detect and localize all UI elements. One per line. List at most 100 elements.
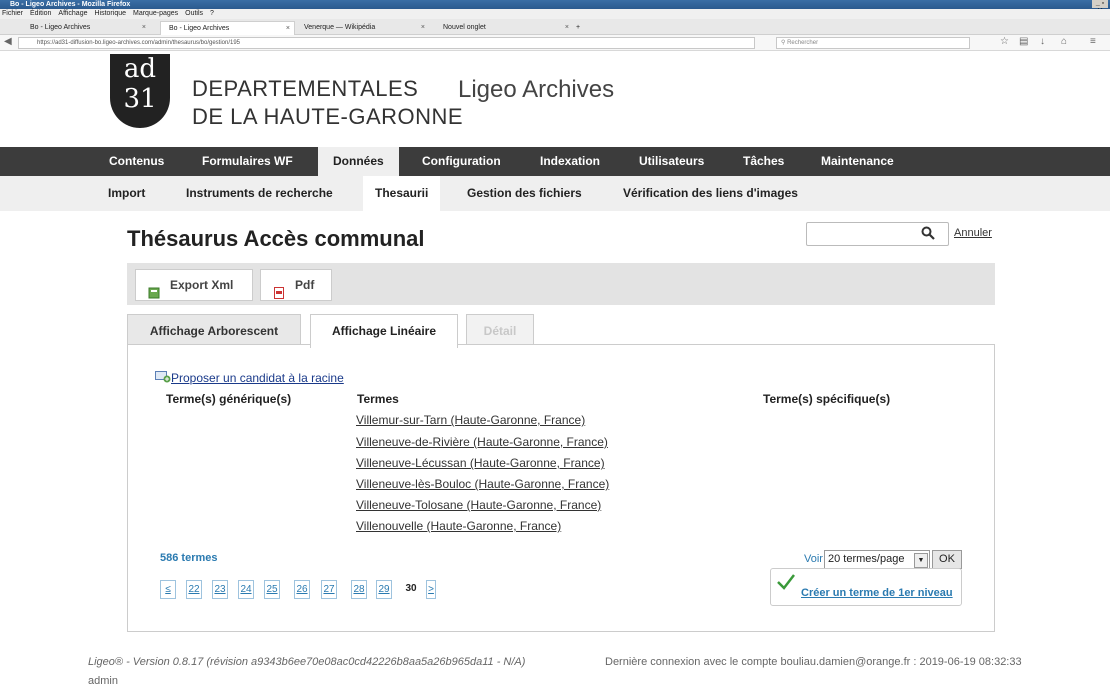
propose-root-candidate-link[interactable]: Proposer un candidat à la racine <box>155 371 344 385</box>
column-header-specific: Terme(s) spécifique(s) <box>763 392 891 406</box>
browser-navbar: ◀ https://ad31-diffusion-bo.ligeo-archiv… <box>0 35 1110 51</box>
browser-tabbar: Bo - Ligeo Archives × Bo - Ligeo Archives… <box>0 19 1110 35</box>
action-toolbar: Export Xml Pdf <box>127 263 995 305</box>
url-text: https://ad31-diffusion-bo.ligeo-archives… <box>37 40 241 46</box>
nav-taches[interactable]: Tâches <box>728 147 799 176</box>
pdf-button[interactable]: Pdf <box>260 269 332 301</box>
back-arrow-icon[interactable]: ◀ <box>4 36 12 47</box>
subnav-verification-liens[interactable]: Vérification des liens d'images <box>611 176 810 211</box>
window-controls[interactable]: _ ▫ ✕ <box>1092 0 1108 15</box>
propose-icon <box>155 371 171 385</box>
bookmark-star-icon[interactable]: ☆ <box>1000 36 1009 47</box>
tab-label: Bo - Ligeo Archives <box>30 24 91 31</box>
pagination-current-page: 30 <box>405 583 417 594</box>
menu-help[interactable]: ? <box>210 10 214 17</box>
footer-last-login: Dernière connexion avec le compte boulia… <box>605 656 1022 668</box>
app-name: Ligeo Archives <box>458 76 615 103</box>
nav-utilisateurs[interactable]: Utilisateurs <box>624 147 719 176</box>
menu-affichage[interactable]: Affichage <box>58 10 87 17</box>
pagination-page[interactable]: 29 <box>376 580 392 599</box>
library-icon[interactable]: ▤ <box>1019 36 1028 47</box>
download-icon[interactable]: ↓ <box>1040 36 1045 47</box>
search-icon[interactable] <box>921 226 935 243</box>
menu-fichier[interactable]: Fichier <box>2 10 23 17</box>
term-link[interactable]: Villeneuve-de-Rivière (Haute-Garonne, Fr… <box>356 435 608 449</box>
voir-label: Voir <box>804 553 823 565</box>
term-link[interactable]: Villeneuve-Lécussan (Haute-Garonne, Fran… <box>356 456 605 470</box>
dept-title-line1: DEPARTEMENTALES <box>192 76 419 101</box>
menu-historique[interactable]: Historique <box>94 10 126 17</box>
subnav-gestion-fichiers[interactable]: Gestion des fichiers <box>455 176 594 211</box>
pagination-page[interactable]: 24 <box>238 580 254 599</box>
dept-title-line2: DE LA HAUTE-GARONNE <box>192 104 464 129</box>
browser-tab-1[interactable]: Bo - Ligeo Archives × <box>22 21 150 34</box>
propose-label: Proposer un candidat à la racine <box>171 371 344 385</box>
pagination-next[interactable]: > <box>426 580 436 599</box>
magnifier-icon: ⚲ <box>781 40 786 46</box>
browser-menubar: Fichier Édition Affichage Historique Marque-… <box>0 9 1110 19</box>
menu-marque-pages[interactable]: Marque-pages <box>133 10 178 17</box>
term-link[interactable]: Villeneuve-lès-Bouloc (Haute-Garonne, Fr… <box>356 477 609 491</box>
column-header-generic: Terme(s) générique(s) <box>166 392 292 406</box>
page-title: Thésaurus Accès communal <box>127 226 425 251</box>
pdf-label: Pdf <box>295 278 315 292</box>
tab-affichage-lineaire[interactable]: Affichage Linéaire <box>310 314 458 348</box>
menu-icon[interactable]: ≡ <box>1090 36 1096 47</box>
pagination-page[interactable]: 28 <box>351 580 367 599</box>
tab-detail: Détail <box>466 314 534 347</box>
term-link[interactable]: Villemur-sur-Tarn (Haute-Garonne, France… <box>356 413 585 427</box>
nav-configuration[interactable]: Configuration <box>407 147 516 176</box>
term-link[interactable]: Villenouvelle (Haute-Garonne, France) <box>356 519 561 533</box>
nav-formulaires[interactable]: Formulaires WF <box>187 147 308 176</box>
nav-maintenance[interactable]: Maintenance <box>806 147 909 176</box>
pagination-prev[interactable]: ≤ <box>160 580 176 599</box>
chevron-down-icon: ▼ <box>914 553 928 568</box>
tab-close-icon[interactable]: × <box>286 22 290 35</box>
menu-outils[interactable]: Outils <box>185 10 203 17</box>
pagination-page[interactable]: 27 <box>321 580 337 599</box>
tab-label: Bo - Ligeo Archives <box>169 25 230 32</box>
main-nav: Contenus Formulaires WF Données Configur… <box>0 147 1110 176</box>
tab-close-icon[interactable]: × <box>142 21 146 34</box>
browser-tab-4[interactable]: Nouvel onglet × <box>435 21 573 34</box>
pagination-page[interactable]: 22 <box>186 580 202 599</box>
footer-version: Ligeo® - Version 0.8.17 (révision a9343b… <box>88 656 526 668</box>
column-header-terms: Termes <box>357 392 399 406</box>
tab-label: Venerque — Wikipédia <box>304 24 376 31</box>
tab-close-icon[interactable]: × <box>421 21 425 34</box>
per-page-value: 20 termes/page <box>828 553 905 565</box>
pagination-page[interactable]: 25 <box>264 580 280 599</box>
subnav-instruments[interactable]: Instruments de recherche <box>174 176 345 211</box>
new-tab-button[interactable]: + <box>576 21 590 34</box>
export-xml-label: Export Xml <box>170 278 234 292</box>
term-link[interactable]: Villeneuve-Tolosane (Haute-Garonne, Fran… <box>356 498 601 512</box>
create-first-level-term-link[interactable]: Créer un terme de 1er niveau <box>801 587 953 599</box>
per-page-select[interactable]: 20 termes/page ▼ <box>824 550 930 569</box>
search-placeholder: Rechercher <box>787 40 819 46</box>
subnav-thesaurii[interactable]: Thesaurii <box>363 176 441 211</box>
term-count: 586 termes <box>160 552 218 564</box>
browser-tab-3[interactable]: Venerque — Wikipédia × <box>296 21 429 34</box>
subnav-import[interactable]: Import <box>96 176 157 211</box>
site-logo: ad 31 <box>110 54 170 128</box>
window-titlebar: Bo - Ligeo Archives - Mozilla Firefox _ … <box>0 0 1110 15</box>
browser-tab-2[interactable]: Bo - Ligeo Archives × <box>160 21 295 35</box>
cancel-link[interactable]: Annuler <box>954 227 992 239</box>
nav-indexation[interactable]: Indexation <box>525 147 615 176</box>
nav-contenus[interactable]: Contenus <box>94 147 179 176</box>
home-icon[interactable]: ⌂ <box>1061 36 1067 47</box>
pagination-page[interactable]: 23 <box>212 580 228 599</box>
url-input[interactable]: https://ad31-diffusion-bo.ligeo-archives… <box>18 37 755 49</box>
window-title: Bo - Ligeo Archives - Mozilla Firefox <box>10 1 131 8</box>
tab-label: Nouvel onglet <box>443 24 486 31</box>
footer-user: admin <box>88 675 118 687</box>
tab-close-icon[interactable]: × <box>565 21 569 34</box>
ok-button[interactable]: OK <box>932 550 962 569</box>
pdf-icon <box>273 280 285 299</box>
browser-search-input[interactable]: ⚲ Rechercher <box>776 37 970 49</box>
export-xml-button[interactable]: Export Xml <box>135 269 253 301</box>
nav-donnees[interactable]: Données <box>318 147 399 176</box>
tab-affichage-arborescent[interactable]: Affichage Arborescent <box>127 314 301 347</box>
menu-edition[interactable]: Édition <box>30 10 51 17</box>
pagination-page[interactable]: 26 <box>294 580 310 599</box>
